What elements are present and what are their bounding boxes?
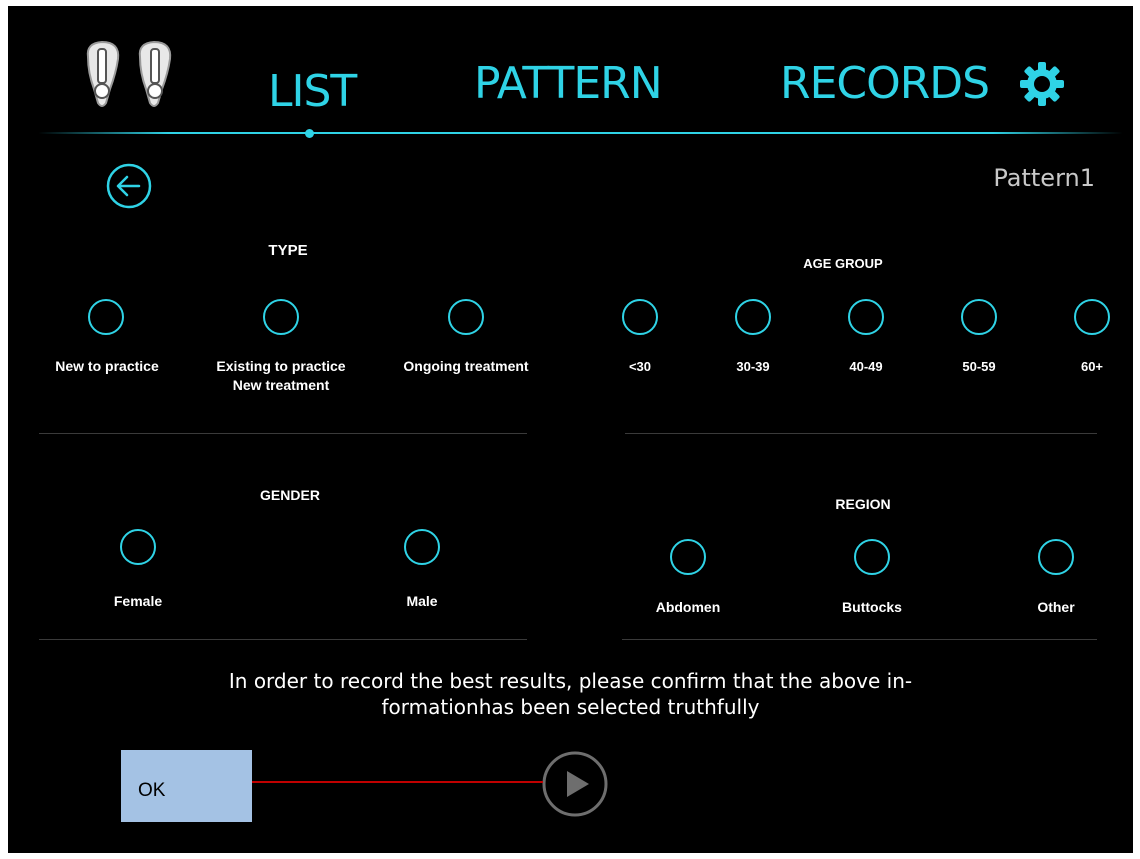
active-tab-indicator (305, 129, 314, 138)
type-section-title: TYPE (268, 242, 308, 259)
option-label-existing-to-practice: Existing to practice New treatment (216, 358, 346, 393)
tab-pattern[interactable]: PATTERN (474, 58, 663, 109)
radio-new-to-practice[interactable] (88, 299, 124, 335)
radio-age-under-30[interactable] (622, 299, 658, 335)
age-group-section-title: AGE GROUP (803, 256, 883, 271)
radio-age-30-39[interactable] (735, 299, 771, 335)
app-screen: LIST PATTERN RECORDS Pattern1 TYPE New t… (8, 6, 1133, 853)
annotation-connector-line (252, 781, 543, 783)
divider (39, 433, 527, 434)
radio-other[interactable] (1038, 539, 1074, 575)
divider (39, 639, 527, 640)
option-label-age-under-30: <30 (628, 359, 652, 374)
radio-buttocks[interactable] (854, 539, 890, 575)
probe-pair-icon (86, 40, 172, 107)
notice-line-1: In order to record the best results, ple… (228, 669, 913, 693)
radio-male[interactable] (404, 529, 440, 565)
confirmation-notice: In order to record the best results, ple… (8, 668, 1133, 720)
option-label-age-30-39: 30-39 (736, 359, 770, 374)
radio-existing-to-practice[interactable] (263, 299, 299, 335)
divider (622, 639, 1097, 640)
radio-abdomen[interactable] (670, 539, 706, 575)
tab-list[interactable]: LIST (268, 66, 357, 117)
back-arrow-icon[interactable] (104, 161, 154, 211)
option-label-abdomen: Abdomen (655, 599, 721, 615)
option-label-age-60-plus: 60+ (1080, 359, 1104, 374)
option-label-buttocks: Buttocks (842, 599, 902, 615)
option-label-ongoing-treatment: Ongoing treatment (403, 358, 529, 374)
option-label-male: Male (406, 593, 438, 609)
radio-age-60-plus[interactable] (1074, 299, 1110, 335)
option-label-age-50-59: 50-59 (962, 359, 996, 374)
divider (625, 433, 1097, 434)
radio-ongoing-treatment[interactable] (448, 299, 484, 335)
gear-icon[interactable] (1018, 60, 1066, 108)
region-section-title: REGION (835, 496, 891, 512)
radio-age-40-49[interactable] (848, 299, 884, 335)
radio-female[interactable] (120, 529, 156, 565)
notice-line-2: formationhas been selected truthfully (381, 695, 760, 719)
option-label-other: Other (1037, 599, 1075, 615)
annotation-ok-box: OK (121, 750, 252, 822)
radio-age-50-59[interactable] (961, 299, 997, 335)
play-icon[interactable] (540, 749, 610, 819)
gender-section-title: GENDER (260, 487, 320, 503)
tab-records[interactable]: RECORDS (780, 58, 990, 109)
header-underline (38, 132, 1123, 134)
option-label-female: Female (113, 593, 163, 609)
option-label-new-to-practice: New to practice (55, 358, 159, 374)
pattern-name: Pattern1 (993, 164, 1095, 192)
option-label-age-40-49: 40-49 (849, 359, 883, 374)
